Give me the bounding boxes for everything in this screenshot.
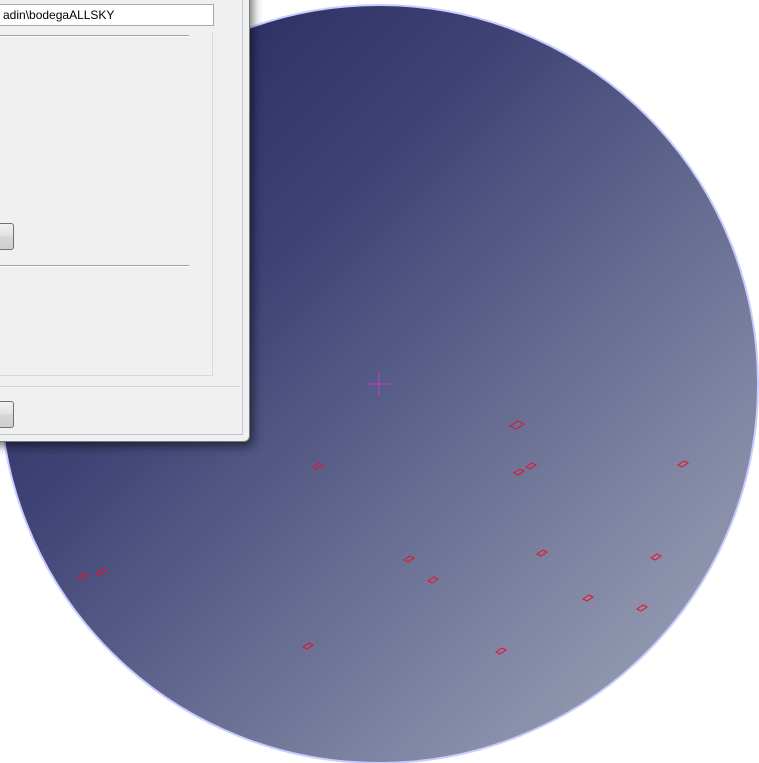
settings-dialog: adin\bodegaALLSKY: [0, 0, 250, 442]
browse-button[interactable]: [0, 223, 14, 250]
dialog-client-area: adin\bodegaALLSKY: [0, 0, 243, 435]
screen: adin\bodegaALLSKY: [0, 0, 759, 763]
ok-button[interactable]: [0, 401, 14, 428]
options-panel: [0, 32, 213, 376]
group-separator: [0, 265, 189, 267]
footer-divider: [0, 386, 240, 387]
folder-path-field[interactable]: adin\bodegaALLSKY: [0, 4, 214, 26]
